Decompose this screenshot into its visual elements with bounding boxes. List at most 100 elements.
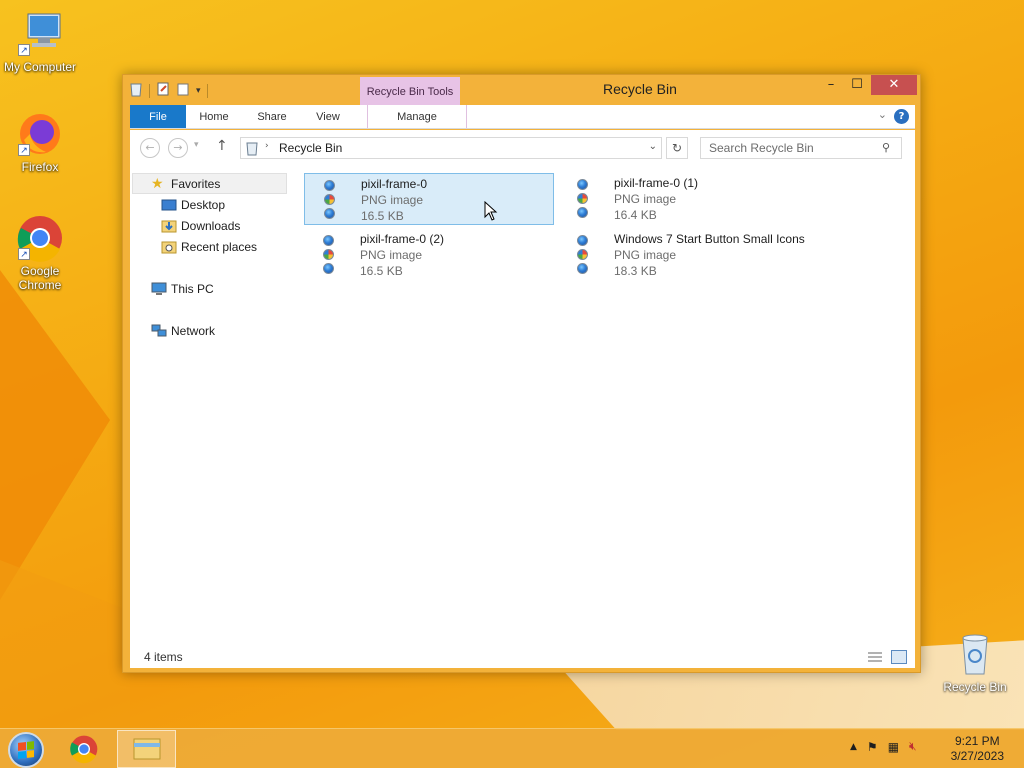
taskbar: ▲ ⚑ ▦ 🔇︎ 9:21 PM 3/27/2023 <box>0 728 1024 768</box>
separator <box>206 83 208 98</box>
recycle-bin-small-icon <box>129 81 143 100</box>
png-file-icon <box>321 233 337 277</box>
star-icon: ★ <box>151 175 164 191</box>
file-item[interactable]: pixil-frame-0 PNG image 16.5 KB <box>304 173 554 225</box>
tab-home[interactable]: Home <box>192 105 236 128</box>
png-file-icon <box>575 177 591 221</box>
computer-icon: ↗ <box>16 10 64 58</box>
downloads-folder-icon <box>161 219 177 233</box>
desktop-icon-label: Firefox <box>21 160 59 174</box>
system-tray: ▲ ⚑ ▦ 🔇︎ <box>850 739 917 754</box>
status-item-count: 4 items <box>144 650 183 664</box>
file-type: PNG image <box>614 248 677 262</box>
file-name: pixil-frame-0 (2) <box>360 232 445 246</box>
minimize-button[interactable]: – <box>817 75 845 95</box>
file-size: 16.5 KB <box>361 209 404 223</box>
firefox-icon: ↗ <box>16 110 64 158</box>
window-title: Recycle Bin <box>603 81 677 97</box>
tab-file[interactable]: File <box>130 105 186 128</box>
file-name: pixil-frame-0 (1) <box>614 176 699 190</box>
nav-this-pc[interactable]: This PC <box>151 279 214 299</box>
clock-date: 3/27/2023 <box>950 749 1004 763</box>
nav-favorites[interactable]: ★ Favorites <box>151 174 220 194</box>
close-button[interactable]: ✕ <box>871 75 917 95</box>
tab-view[interactable]: View <box>306 105 350 128</box>
file-name: pixil-frame-0 <box>361 177 428 191</box>
tab-share[interactable]: Share <box>250 105 294 128</box>
folder-icon <box>133 738 161 760</box>
wallpaper-shape <box>0 270 110 600</box>
search-input[interactable]: Search Recycle Bin <box>700 137 902 159</box>
tab-manage[interactable]: Manage <box>367 105 467 128</box>
recent-locations-chevron-icon[interactable]: ▾ <box>194 140 199 150</box>
file-type: PNG image <box>614 192 677 206</box>
new-folder-icon[interactable] <box>176 81 190 100</box>
ribbon-tabs: File Home Share View Manage ⌄ ? <box>130 105 915 129</box>
nav-recent-places[interactable]: Recent places <box>161 237 257 257</box>
taskbar-clock[interactable]: 9:21 PM 3/27/2023 <box>951 734 1004 764</box>
quick-access-toolbar: ▾ <box>129 81 208 100</box>
action-center-flag-icon[interactable]: ⚑ <box>867 740 878 754</box>
file-item[interactable]: pixil-frame-0 (2) PNG image 16.5 KB <box>304 229 554 281</box>
maximize-button[interactable]: ☐ <box>843 75 871 95</box>
address-dropdown-icon[interactable]: ⌄ <box>649 141 657 152</box>
large-icons-view-icon[interactable] <box>891 650 907 664</box>
show-hidden-icons-icon[interactable]: ▲ <box>850 742 857 752</box>
navigation-bar: ← → ▾ ↑ › Recycle Bin ⌄ ↻ Search Recycle… <box>130 135 915 161</box>
customize-qat-icon[interactable]: ▾ <box>196 86 201 96</box>
file-item[interactable]: pixil-frame-0 (1) PNG image 16.4 KB <box>558 173 808 225</box>
file-item[interactable]: Windows 7 Start Button Small Icons PNG i… <box>558 229 858 281</box>
file-size: 18.3 KB <box>614 264 657 278</box>
taskbar-chrome[interactable] <box>66 733 102 765</box>
expand-ribbon-icon[interactable]: ⌄ <box>878 108 887 121</box>
desktop-icon-my-computer[interactable]: ↗ My Computer <box>0 10 80 74</box>
explorer-window: ▾ Recycle Bin Tools Recycle Bin – ☐ ✕ Fi… <box>122 74 921 673</box>
png-file-icon <box>322 178 338 222</box>
properties-icon[interactable] <box>156 81 170 100</box>
help-icon[interactable]: ? <box>894 109 909 124</box>
details-view-icon[interactable] <box>867 650 883 664</box>
desktop-icon-chrome[interactable]: ↗ Google Chrome <box>0 214 80 292</box>
network-tray-icon[interactable]: ▦ <box>888 740 899 754</box>
windows-logo-icon <box>18 741 34 759</box>
wallpaper-shape <box>0 560 130 730</box>
nav-network[interactable]: Network <box>151 321 215 341</box>
back-button[interactable]: ← <box>140 138 160 158</box>
chrome-icon: ↗ <box>16 214 64 262</box>
title-bar[interactable]: ▾ Recycle Bin Tools Recycle Bin – ☐ ✕ <box>123 75 920 105</box>
desktop-icon-recycle-bin[interactable]: Recycle Bin <box>935 630 1015 694</box>
network-icon <box>151 324 167 338</box>
nav-downloads[interactable]: Downloads <box>161 216 240 236</box>
start-button[interactable] <box>8 732 44 768</box>
file-name: Windows 7 Start Button Small Icons <box>614 232 805 246</box>
file-list: pixil-frame-0 PNG image 16.5 KB pixil-fr… <box>297 168 915 648</box>
volume-muted-icon[interactable]: 🔇︎ <box>909 739 917 754</box>
recycle-bin-icon <box>951 630 999 678</box>
context-tab-group-label: Recycle Bin Tools <box>360 77 460 105</box>
desktop-icon-firefox[interactable]: ↗ Firefox <box>0 110 80 174</box>
breadcrumb-chevron-icon[interactable]: › <box>265 141 269 151</box>
file-size: 16.5 KB <box>360 264 403 278</box>
desktop-folder-icon <box>161 198 177 212</box>
explorer-main: ← → ▾ ↑ › Recycle Bin ⌄ ↻ Search Recycle… <box>130 130 915 668</box>
clock-time: 9:21 PM <box>954 734 1000 748</box>
address-bar[interactable]: › Recycle Bin ⌄ <box>240 137 662 159</box>
this-pc-icon <box>151 282 167 296</box>
refresh-button[interactable]: ↻ <box>666 137 688 159</box>
forward-button[interactable]: → <box>168 138 188 158</box>
file-size: 16.4 KB <box>614 208 657 222</box>
file-type: PNG image <box>360 248 423 262</box>
recycle-bin-small-icon <box>245 140 259 159</box>
file-type: PNG image <box>361 193 424 207</box>
separator <box>149 83 150 98</box>
desktop-icon-label: Google Chrome <box>18 264 62 292</box>
nav-desktop[interactable]: Desktop <box>161 195 225 215</box>
desktop-icon-label: My Computer <box>3 60 77 74</box>
desktop-icon-label: Recycle Bin <box>943 680 1007 694</box>
recent-places-icon <box>161 240 177 254</box>
png-file-icon <box>575 233 591 277</box>
view-switcher <box>867 650 907 664</box>
taskbar-file-explorer[interactable] <box>117 730 176 768</box>
up-button[interactable]: ↑ <box>216 138 228 154</box>
search-icon[interactable]: ⚲ <box>882 141 890 154</box>
